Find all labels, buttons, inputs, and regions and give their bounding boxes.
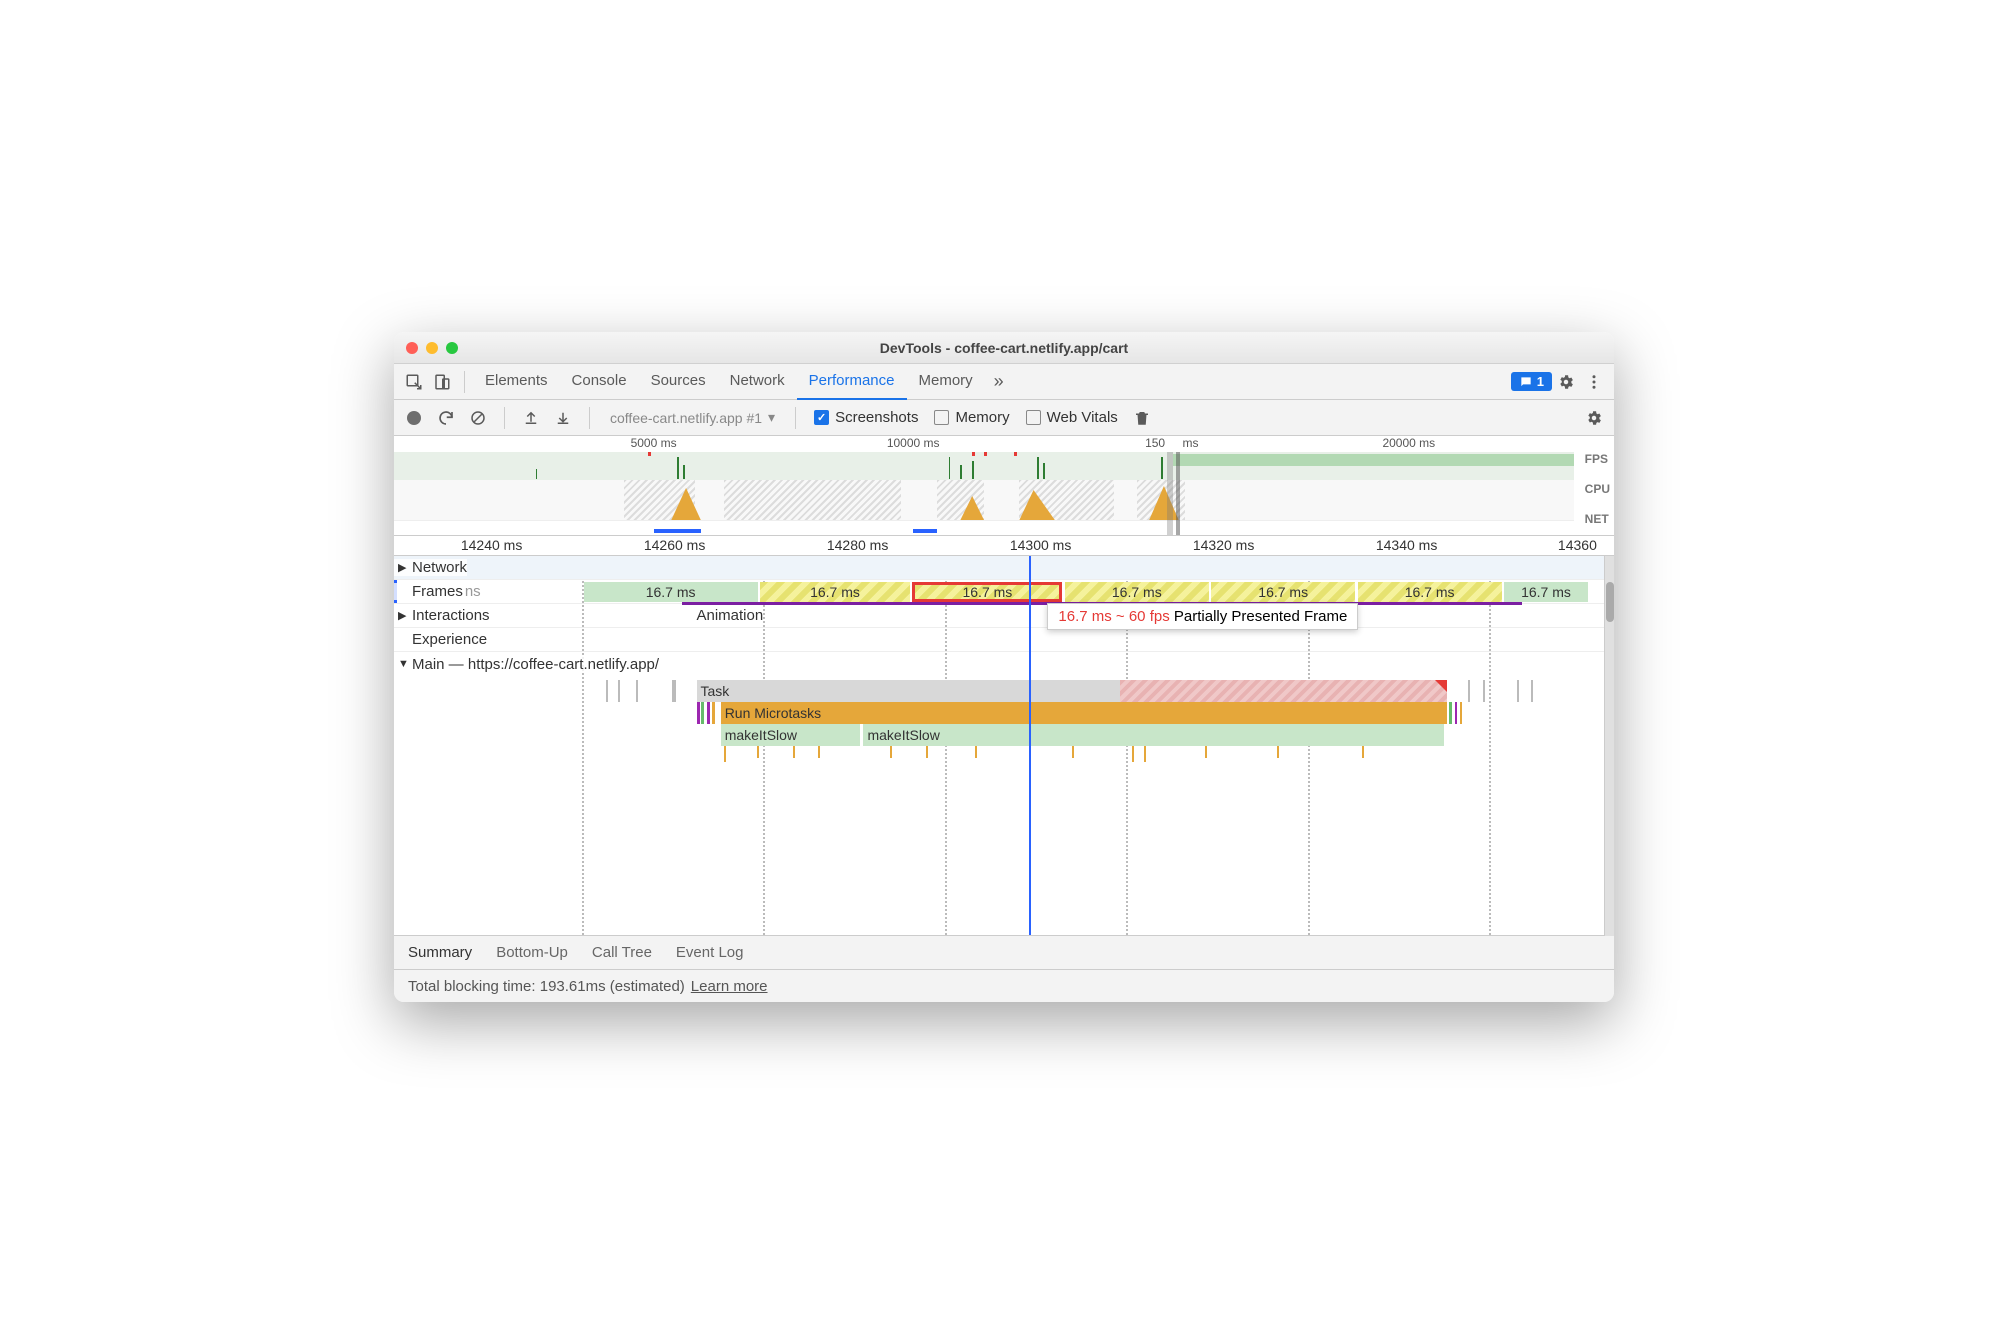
separator	[589, 407, 590, 429]
frame-block[interactable]: 16.7 ms	[1358, 582, 1502, 602]
tab-memory[interactable]: Memory	[907, 364, 985, 400]
blocking-time-label: Total blocking time: 193.61ms (estimated…	[408, 978, 685, 995]
network-track[interactable]: ▶Network	[394, 556, 1604, 580]
frame-tooltip: 16.7 ms ~ 60 fps Partially Presented Fra…	[1047, 603, 1358, 630]
device-toolbar-icon[interactable]	[428, 368, 456, 396]
main-tabs: Elements Console Sources Network Perform…	[394, 364, 1614, 400]
chevron-right-icon: ▶	[398, 609, 408, 622]
separator	[504, 407, 505, 429]
memory-checkbox[interactable]: Memory	[928, 409, 1015, 426]
main-thread-flame[interactable]: Task Run Microtasks makeItSlow makeItSlo…	[394, 680, 1604, 900]
frame-block-selected[interactable]: 16.7 ms	[912, 582, 1062, 602]
tab-summary[interactable]: Summary	[408, 944, 472, 961]
webvitals-checkbox[interactable]: Web Vitals	[1020, 409, 1124, 426]
chevron-down-icon: ▼	[398, 658, 408, 670]
overview-fps	[394, 452, 1574, 480]
checkbox-icon	[934, 410, 949, 425]
separator	[795, 407, 796, 429]
frames-track[interactable]: Framesns 16.7 ms 16.7 ms 16.7 ms 16.7 ms…	[394, 580, 1604, 604]
checkbox-icon	[814, 410, 829, 425]
long-task-indicator-icon	[1435, 680, 1447, 692]
flame-chart[interactable]: ▶Network Framesns 16.7 ms 16.7 ms 16.7 m…	[394, 556, 1604, 936]
frame-block[interactable]: 16.7 ms	[1504, 582, 1588, 602]
issues-badge[interactable]: 1	[1511, 372, 1552, 391]
reload-record-button[interactable]	[432, 404, 460, 432]
main-track-header[interactable]: ▼Main — https://coffee-cart.netlify.app/	[394, 652, 1604, 676]
tab-bottom-up[interactable]: Bottom-Up	[496, 944, 568, 961]
record-button[interactable]	[400, 404, 428, 432]
frame-block[interactable]: 16.7 ms	[760, 582, 910, 602]
tab-event-log[interactable]: Event Log	[676, 944, 744, 961]
frame-block[interactable]: 16.7 ms	[1211, 582, 1355, 602]
titlebar: DevTools - coffee-cart.netlify.app/cart	[394, 332, 1614, 364]
kebab-menu-icon[interactable]	[1580, 368, 1608, 396]
scrollbar-thumb[interactable]	[1606, 582, 1614, 622]
frame-block[interactable]: 16.7 ms	[1065, 582, 1209, 602]
garbage-collect-icon[interactable]	[1128, 404, 1156, 432]
overview-timeline[interactable]: 5000 ms 10000 ms 150 ms 20000 ms FPS CPU…	[394, 436, 1614, 536]
window-title: DevTools - coffee-cart.netlify.app/cart	[394, 340, 1614, 356]
tab-call-tree[interactable]: Call Tree	[592, 944, 652, 961]
perf-toolbar: coffee-cart.netlify.app #1 ▾ Screenshots…	[394, 400, 1614, 436]
vertical-scrollbar[interactable]	[1604, 556, 1614, 936]
chevron-down-icon: ▾	[768, 409, 775, 426]
issues-count: 1	[1537, 374, 1544, 389]
overview-labels: FPS CPU NET	[1585, 452, 1610, 526]
current-time-marker[interactable]	[1029, 556, 1031, 935]
animation-label: Animation	[697, 607, 764, 624]
capture-settings-icon[interactable]	[1580, 404, 1608, 432]
overview-ticks: 5000 ms 10000 ms 150 ms 20000 ms	[394, 436, 1574, 452]
settings-icon[interactable]	[1552, 368, 1580, 396]
flame-task-long[interactable]	[1120, 680, 1447, 702]
overview-selection[interactable]	[1176, 452, 1180, 535]
upload-icon[interactable]	[517, 404, 545, 432]
learn-more-link[interactable]: Learn more	[691, 978, 768, 995]
tab-console[interactable]: Console	[560, 364, 639, 400]
checkbox-icon	[1026, 410, 1041, 425]
tab-elements[interactable]: Elements	[473, 364, 560, 400]
download-icon[interactable]	[549, 404, 577, 432]
more-tabs-icon[interactable]: »	[985, 368, 1013, 396]
time-ruler[interactable]: 14240 ms 14260 ms 14280 ms 14300 ms 1432…	[394, 536, 1614, 556]
flame-function[interactable]: makeItSlow	[863, 724, 1444, 746]
frame-block[interactable]: 16.7 ms	[584, 582, 758, 602]
overview-cpu	[394, 480, 1574, 520]
separator	[464, 371, 465, 393]
experience-track[interactable]: Experience	[394, 628, 1604, 652]
overview-selection[interactable]	[1167, 452, 1173, 535]
status-bar: Total blocking time: 193.61ms (estimated…	[394, 970, 1614, 1002]
tab-performance[interactable]: Performance	[797, 364, 907, 400]
tab-sources[interactable]: Sources	[639, 364, 718, 400]
flame-function[interactable]: makeItSlow	[721, 724, 860, 746]
flame-task[interactable]: Task	[697, 680, 1121, 702]
recording-dropdown[interactable]: coffee-cart.netlify.app #1 ▾	[602, 409, 783, 426]
chevron-right-icon: ▶	[398, 561, 408, 574]
interactions-track[interactable]: ▶Interactions Animation 16.7 ms ~ 60 fps…	[394, 604, 1604, 628]
tab-network[interactable]: Network	[718, 364, 797, 400]
clear-button[interactable]	[464, 404, 492, 432]
screenshots-checkbox[interactable]: Screenshots	[808, 409, 924, 426]
flame-microtasks[interactable]: Run Microtasks	[721, 702, 1447, 724]
overview-net	[394, 520, 1574, 534]
devtools-window: DevTools - coffee-cart.netlify.app/cart …	[394, 332, 1614, 1002]
inspect-element-icon[interactable]	[400, 368, 428, 396]
details-tabs: Summary Bottom-Up Call Tree Event Log	[394, 936, 1614, 970]
